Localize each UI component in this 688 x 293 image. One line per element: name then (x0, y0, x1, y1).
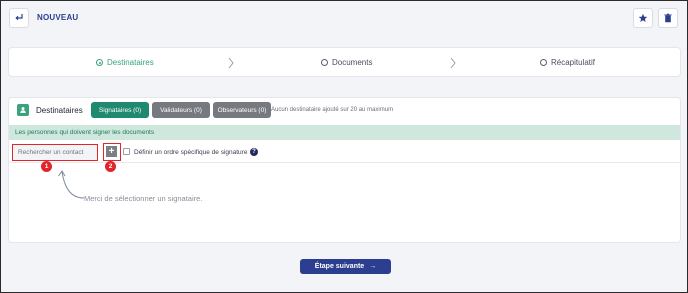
step-label: Récapitulatif (551, 58, 596, 67)
signature-order-checkbox[interactable] (123, 148, 130, 155)
step-radio-icon (540, 59, 547, 66)
stepper: Destinataires Documents Récapitulatif (8, 47, 681, 77)
step-label: Documents (332, 58, 373, 67)
arrow-right-icon: → (369, 263, 377, 270)
star-icon (638, 13, 648, 22)
callout-badge-1: 1 (41, 161, 52, 172)
step-radio-icon (96, 59, 103, 66)
delete-button[interactable] (658, 8, 678, 28)
user-icon (17, 104, 29, 116)
recipients-panel: Destinataires Signataires (0) Validateur… (8, 97, 681, 243)
help-icon[interactable]: ? (250, 148, 258, 156)
step-label: Destinataires (107, 58, 154, 67)
add-contact-highlight: + (103, 143, 121, 161)
add-contact-button[interactable]: + (106, 146, 117, 157)
back-arrow-icon (15, 14, 23, 21)
step-radio-icon (321, 59, 328, 66)
chevron-right-icon (228, 57, 234, 69)
trash-icon (664, 13, 672, 23)
info-banner: Les personnes qui doivent signer les doc… (9, 125, 680, 140)
select-signer-hint: Merci de sélectionner un signataire. (84, 194, 203, 203)
next-step-label: Étape suivante (314, 263, 365, 270)
back-button[interactable] (9, 8, 29, 28)
contact-search-input[interactable] (12, 144, 98, 161)
callout-badge-2: 2 (105, 161, 116, 172)
signer-input-row: + Définir un ordre spécifique de signatu… (9, 142, 680, 163)
page-title: NOUVEAU (37, 13, 79, 22)
next-step-button[interactable]: Étape suivante → (300, 259, 391, 274)
panel-header: Destinataires Signataires (0) Validateur… (9, 98, 680, 123)
signature-order-label: Définir un ordre spécifique de signature (134, 149, 248, 156)
step-recapitulatif[interactable]: Récapitulatif (540, 58, 595, 67)
chevron-right-icon (450, 57, 456, 69)
person-glyph-icon (20, 107, 26, 113)
favorite-button[interactable] (633, 8, 653, 28)
top-bar: NOUVEAU (1, 1, 687, 37)
tab-signataires[interactable]: Signataires (0) (91, 102, 149, 118)
curved-arrow-icon (58, 170, 85, 199)
recipient-limit-text: Aucun destinataire ajouté sur 20 au maxi… (271, 107, 394, 113)
step-documents[interactable]: Documents (321, 58, 372, 67)
section-label: Destinataires (36, 106, 83, 115)
step-destinataires[interactable]: Destinataires (96, 58, 154, 67)
tab-validateurs[interactable]: Validateurs (0) (152, 102, 210, 118)
tab-observateurs[interactable]: Observateurs (0) (213, 102, 271, 118)
